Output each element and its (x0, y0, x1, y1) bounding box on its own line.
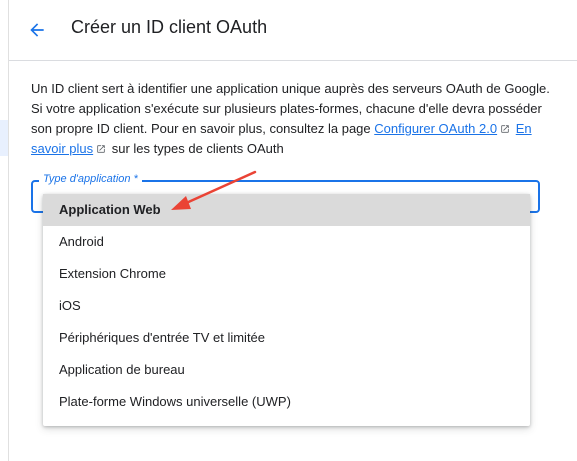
oauth-client-page: Créer un ID client OAuth Un ID client se… (0, 0, 577, 461)
description-paragraph: Un ID client sert à identifier une appli… (31, 79, 561, 159)
back-button[interactable] (23, 16, 51, 44)
left-nav-rail (0, 0, 9, 461)
configure-oauth-link[interactable]: Configurer OAuth 2.0 (374, 121, 497, 136)
option-chrome-extension[interactable]: Extension Chrome (43, 258, 530, 290)
arrow-back-icon (30, 23, 44, 37)
page-header: Créer un ID client OAuth (9, 0, 577, 61)
page-title: Créer un ID client OAuth (71, 17, 268, 37)
option-desktop-app[interactable]: Application de bureau (43, 354, 530, 386)
open-in-new-icon (97, 145, 105, 153)
application-type-label: Type d'application * (39, 173, 142, 185)
option-uwp[interactable]: Plate-forme Windows universelle (UWP) (43, 386, 530, 418)
option-application-web[interactable]: Application Web (43, 194, 530, 226)
left-nav-active-marker (0, 120, 8, 156)
option-android[interactable]: Android (43, 226, 530, 258)
application-type-dropdown: Application Web Android Extension Chrome… (43, 194, 530, 426)
option-tv-limited-input[interactable]: Périphériques d'entrée TV et limitée (43, 322, 530, 354)
description-text-3: sur les types de clients OAuth (108, 141, 284, 156)
open-in-new-icon (501, 125, 509, 133)
option-ios[interactable]: iOS (43, 290, 530, 322)
